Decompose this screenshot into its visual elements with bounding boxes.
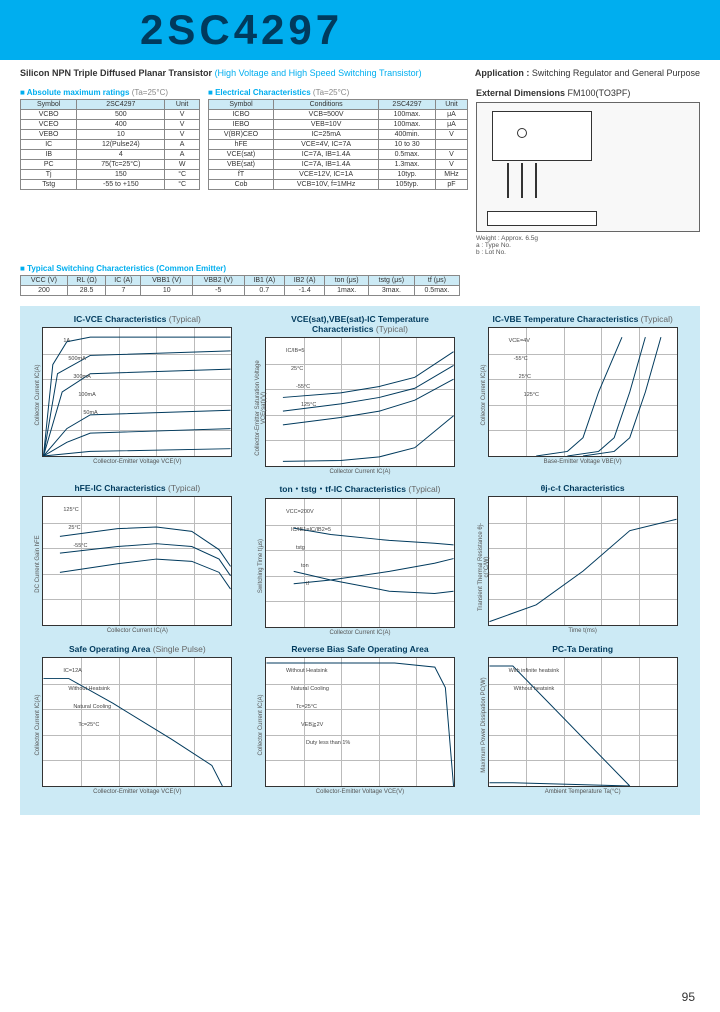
chart-0: IC-VCE Characteristics (Typical)1A500mA3…: [37, 314, 237, 475]
abs-ratings-table: Symbol2SC4297Unit VCBO500V VCEO400V VEBO…: [20, 99, 200, 190]
description: Silicon NPN Triple Diffused Planar Trans…: [20, 68, 212, 78]
chart-7: Reverse Bias Safe Operating Area Without…: [260, 644, 460, 795]
chart-3: hFE-IC Characteristics (Typical)125°C25°…: [37, 483, 237, 636]
page-content: Silicon NPN Triple Diffused Planar Trans…: [0, 60, 720, 823]
chart-2: IC-VBE Temperature Characteristics (Typi…: [483, 314, 683, 475]
ext-dim-title: External Dimensions FM100(TO3PF): [476, 88, 700, 98]
title-bar: 2SC4297: [0, 0, 720, 60]
chart-5: θj-c-t Characteristics Transient Thermal…: [483, 483, 683, 636]
chart-6: Safe Operating Area (Single Pulse)IC=12A…: [37, 644, 237, 795]
chart-1: VCE(sat),VBE(sat)-IC Temperature Charact…: [260, 314, 460, 475]
part-number: 2SC4297: [140, 6, 343, 54]
chart-4: ton・tstg・tf-IC Characteristics (Typical)…: [260, 483, 460, 636]
abs-ratings-title: ■ Absolute maximum ratings (Ta=25°C): [20, 88, 200, 97]
chart-8: PC-Ta Derating With infinite heatsinkWit…: [483, 644, 683, 795]
elec-char-title: ■ Electrical Characteristics (Ta=25°C): [208, 88, 468, 97]
application: Switching Regulator and General Purpose: [532, 68, 700, 78]
elec-char-table: SymbolConditions2SC4297Unit ICBOVCB=500V…: [208, 99, 468, 190]
switch-char-title: ■ Typical Switching Characteristics (Com…: [20, 264, 700, 273]
description-sub: (High Voltage and High Speed Switching T…: [215, 68, 422, 78]
dim-notes: Weight : Approx. 6.5g a : Type No. b : L…: [476, 235, 700, 256]
charts-area: IC-VCE Characteristics (Typical)1A500mA3…: [20, 306, 700, 815]
application-label: Application :: [475, 68, 530, 78]
package-drawing: [476, 102, 700, 232]
description-line: Silicon NPN Triple Diffused Planar Trans…: [20, 68, 700, 78]
page-number: 95: [682, 990, 695, 1004]
switch-char-table: VCC (V)RL (Ω)IC (A) VBB1 (V)VBB2 (V)IB1 …: [20, 275, 460, 296]
